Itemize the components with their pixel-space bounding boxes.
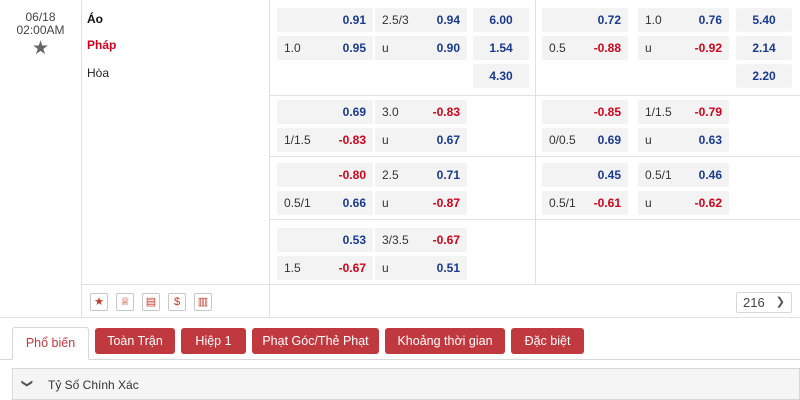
odds-cell[interactable]: 0.69 bbox=[277, 100, 373, 124]
match-time-column: 06/18 02:00AM ★ bbox=[0, 0, 82, 318]
draw-label: Hòa bbox=[87, 66, 110, 80]
odds-cell[interactable]: 0.45 bbox=[542, 163, 628, 187]
odds-cell[interactable]: u 0.90 bbox=[375, 36, 467, 60]
tab-popular[interactable]: Phổ biến bbox=[12, 327, 89, 360]
odds-cell[interactable]: 1.5 -0.67 bbox=[277, 256, 373, 280]
odds-cell[interactable]: 0.5 -0.88 bbox=[542, 36, 628, 60]
odds-cell[interactable]: 0.5/1 0.46 bbox=[638, 163, 729, 187]
odds-cell[interactable]: -0.85 bbox=[542, 100, 628, 124]
odds-cell-1x2[interactable]: 5.40 bbox=[736, 8, 792, 32]
odds-cell-1x2[interactable]: 2.14 bbox=[736, 36, 792, 60]
odds-cell[interactable]: 1.0 0.76 bbox=[638, 8, 729, 32]
tab-full-time[interactable]: Toàn Trận bbox=[95, 328, 175, 354]
odds-cell[interactable]: 0.53 bbox=[277, 228, 373, 252]
odds-cell[interactable]: 2.5 0.71 bbox=[375, 163, 467, 187]
odds-grid: 0.91 1.0 0.95 2.5/3 0.94 u 0.90 6.00 1.54 4… bbox=[270, 0, 800, 284]
chevron-right-icon: ❯ bbox=[775, 296, 785, 308]
odds-cell[interactable]: u 0.67 bbox=[375, 128, 467, 152]
odds-cell[interactable]: 0.72 bbox=[542, 8, 628, 32]
odds-cell[interactable]: u 0.63 bbox=[638, 128, 729, 152]
away-team[interactable]: Pháp bbox=[87, 38, 116, 52]
odds-cell[interactable]: u -0.92 bbox=[638, 36, 729, 60]
favorite-star-icon[interactable]: ★ bbox=[32, 39, 49, 59]
odds-cell[interactable]: 2.5/3 0.94 bbox=[375, 8, 467, 32]
tab-time-period[interactable]: Khoảng thời gian bbox=[385, 328, 505, 354]
match-row: 06/18 02:00AM ★ Áo Pháp Hòa 0.91 1.0 0.95… bbox=[0, 0, 800, 318]
dollar-icon[interactable]: $ bbox=[168, 293, 186, 311]
more-markets-count: 216 bbox=[743, 295, 765, 310]
odds-cell[interactable]: 0.5/1 -0.61 bbox=[542, 191, 628, 215]
section-title: Tỷ Số Chính Xác bbox=[48, 378, 139, 392]
odds-cell[interactable]: 3/3.5 -0.67 bbox=[375, 228, 467, 252]
odds-cell[interactable]: 0.5/1 0.66 bbox=[277, 191, 373, 215]
match-time: 02:00AM bbox=[16, 23, 65, 37]
odds-cell-1x2[interactable]: 1.54 bbox=[473, 36, 529, 60]
odds-cell[interactable]: -0.80 bbox=[277, 163, 373, 187]
match-toolbar: ★ ♕ ▤ $ ▥ 216 ❯ bbox=[82, 284, 800, 318]
correct-score-section[interactable]: ❯ Tỷ Số Chính Xác bbox=[12, 368, 800, 400]
odds-cell[interactable]: u 0.51 bbox=[375, 256, 467, 280]
odds-cell[interactable]: 1.0 0.95 bbox=[277, 36, 373, 60]
ticket-icon[interactable]: ▤ bbox=[142, 293, 160, 311]
tab-special[interactable]: Đặc biệt bbox=[511, 328, 584, 354]
star-icon[interactable]: ★ bbox=[90, 293, 108, 311]
odds-cell-1x2[interactable]: 2.20 bbox=[736, 64, 792, 88]
chevron-down-icon: ❯ bbox=[21, 378, 34, 389]
trophy-icon[interactable]: ♕ bbox=[116, 293, 134, 311]
odds-cell[interactable]: 0.91 bbox=[277, 8, 373, 32]
odds-cell[interactable]: 0/0.5 0.69 bbox=[542, 128, 628, 152]
odds-cell[interactable]: u -0.62 bbox=[638, 191, 729, 215]
odds-cell-1x2[interactable]: 6.00 bbox=[473, 8, 529, 32]
tab-first-half[interactable]: Hiệp 1 bbox=[181, 328, 246, 354]
teams-column: Áo Pháp Hòa bbox=[82, 0, 270, 318]
home-team[interactable]: Áo bbox=[87, 12, 103, 26]
odds-cell[interactable]: u -0.87 bbox=[375, 191, 467, 215]
odds-cell-1x2[interactable]: 4.30 bbox=[473, 64, 529, 88]
market-tabs: Phổ biến Toàn Trận Hiệp 1 Phạt Góc/Thẻ P… bbox=[0, 318, 800, 360]
odds-cell[interactable]: 1/1.5 -0.79 bbox=[638, 100, 729, 124]
tab-corners-cards[interactable]: Phạt Góc/Thẻ Phạt bbox=[252, 328, 379, 354]
odds-cell[interactable]: 1/1.5 -0.83 bbox=[277, 128, 373, 152]
more-markets-button[interactable]: 216 ❯ bbox=[736, 292, 792, 313]
stats-icon[interactable]: ▥ bbox=[194, 293, 212, 311]
half-divider bbox=[535, 0, 536, 284]
odds-cell[interactable]: 3.0 -0.83 bbox=[375, 100, 467, 124]
